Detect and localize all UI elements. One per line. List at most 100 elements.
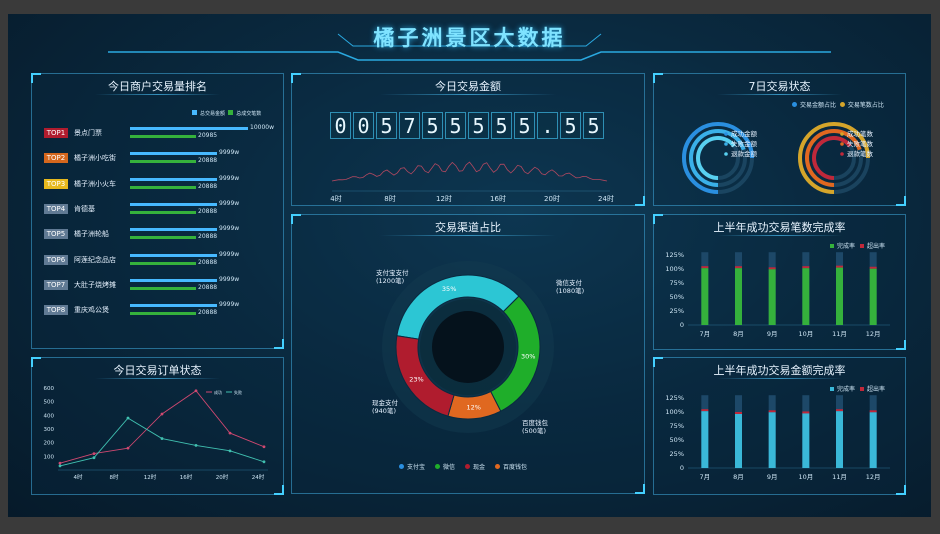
- donut-slice-percent: 35%: [442, 285, 456, 293]
- channel-panel: 交易渠道占比 35% 支付宝支付 (1200笔) 30% 微信支付 (1080笔) 12% 百…: [291, 214, 645, 494]
- amount-x-tick: 4时: [330, 194, 341, 203]
- count-bar: [130, 312, 196, 316]
- merchant-name: 大肚子烧烤摊: [74, 280, 116, 289]
- order-x-tick: 20时: [216, 473, 229, 481]
- amount-bar: [130, 177, 217, 181]
- rate-y-tick: 25%: [670, 307, 684, 315]
- amount-rate-panel: 上半年成功交易金额完成率 0 25% 50% 75% 100% 125% 7月 8月 9月 10月…: [653, 357, 906, 495]
- channel-donut-chart: 35% 支付宝支付(1200笔) 30% 微信支付(1080笔) 12% 百度钱包(500…: [372, 261, 584, 435]
- order-point: [58, 464, 62, 468]
- rate-y-tick: 0: [680, 321, 684, 329]
- count-value: 20888: [198, 157, 218, 165]
- ring-label-dot: [724, 142, 728, 146]
- ring-label-dot: [840, 142, 844, 146]
- donut-center: [432, 311, 504, 383]
- merchant-name: 肯德基: [74, 204, 95, 213]
- amount-bar: [130, 228, 217, 232]
- ring-arc: [812, 136, 852, 180]
- count-bar: [130, 210, 196, 214]
- amount-rate-bar-chart: 0 25% 50% 75% 100% 125% 7月 8月 9月 10月 11月 12月 完成率 超出率: [665, 385, 890, 481]
- rate-x-tick: 9月: [767, 473, 778, 481]
- order-y-tick: 600: [44, 386, 55, 392]
- rate-bar-exceed-cap: [768, 410, 776, 413]
- rate-x-tick: 10月: [798, 330, 813, 338]
- rank-badge: TOP5: [44, 229, 68, 240]
- order-point: [160, 437, 164, 440]
- count-rate-title: 上半年成功交易笔数完成率: [713, 221, 846, 234]
- amount-bar: [130, 304, 217, 308]
- amount-x-tick: 8时: [384, 194, 395, 203]
- rate-x-tick: 8月: [733, 330, 744, 338]
- count-bar: [130, 286, 196, 290]
- rate-x-tick: 11月: [832, 330, 847, 338]
- ring-label: 成功笔数: [847, 129, 874, 138]
- page-title: 橘子洲景区大数据: [373, 26, 566, 50]
- count-value: 20985: [198, 132, 218, 139]
- order-x-tick: 4时: [74, 473, 83, 481]
- order-point: [262, 445, 266, 449]
- order-status-panel: 今日交易订单状态 100 200 300 400 500 600 4时 8时 12时 16时 20时…: [31, 357, 284, 495]
- legend-done-mark: [830, 387, 834, 391]
- donut-slice-label: 支付宝支付: [376, 268, 409, 277]
- rate-bar-exceed-cap: [802, 411, 810, 414]
- amount-bar: [130, 127, 248, 130]
- donut-slice-label: 现金支付: [372, 398, 399, 407]
- order-x-tick: 16时: [180, 473, 193, 481]
- order-y-tick: 500: [44, 400, 55, 406]
- amount-digit: 5: [560, 112, 581, 139]
- count-bar: [130, 160, 196, 164]
- rate-bar-done: [836, 411, 843, 468]
- legend-done: 完成率: [837, 385, 855, 393]
- legend-amount: 总交易金额: [200, 111, 226, 117]
- count-rate-panel: 上半年成功交易笔数完成率 0 25% 50% 75% 100% 125% 7月 8月 9月 10月…: [653, 214, 906, 350]
- amount-trend-chart: 4时 8时 12时 16时 20时 24时: [330, 161, 614, 203]
- count-bar: [130, 236, 196, 240]
- rank-panel: 今日商户交易量排名 总交易金额 总成交笔数 TOP1 景点门票 10000w 2098…: [31, 73, 284, 349]
- order-y-tick: 400: [44, 413, 55, 419]
- amount-value: 9999w: [219, 250, 240, 258]
- amount-digit: 5: [376, 112, 397, 139]
- merchant-name: 橘子洲小火车: [74, 179, 116, 188]
- rate-bar-done: [802, 268, 810, 325]
- order-x-tick: 24时: [252, 473, 265, 481]
- rate-bar-exceed-cap: [768, 267, 776, 270]
- amount-value: 9999w: [219, 174, 240, 182]
- rank-badge: TOP1: [44, 128, 68, 138]
- legend-amount-share: 交易金额占比: [800, 102, 837, 109]
- legend-exceed-mark: [860, 387, 864, 391]
- amount-value: 9999w: [219, 149, 240, 157]
- order-line-chart: 100 200 300 400 500 600 4时 8时 12时 16时 20时 24时 成功 失败: [44, 386, 268, 481]
- ring-label-dot: [724, 132, 728, 136]
- amount-value: 9999w: [219, 225, 240, 233]
- merchant-name: 橘子洲小吃街: [74, 154, 116, 163]
- rate-bar-done: [701, 411, 709, 468]
- ring-label: 退款笔数: [847, 149, 874, 158]
- amount-x-tick: 20时: [544, 194, 560, 203]
- rate-bar-done: [735, 268, 742, 325]
- status7-panel-title: 7日交易状态: [748, 80, 811, 93]
- order-x-tick: 12时: [144, 473, 157, 481]
- order-point: [194, 444, 198, 447]
- amount-digit: 5: [583, 112, 604, 139]
- donut-slice-count: (1080笔): [556, 286, 584, 295]
- rate-x-tick: 12月: [866, 473, 881, 481]
- amount-bar: [130, 278, 217, 282]
- channel-legend-item: 百度钱包: [495, 464, 527, 471]
- amount-digit: 5: [468, 112, 489, 139]
- rate-x-tick: 9月: [767, 330, 778, 338]
- channel-panel-title: 交易渠道占比: [435, 221, 501, 234]
- channel-legend: 支付宝 微信 现金 百度钱包: [292, 462, 644, 471]
- rank-badge: TOP7: [44, 279, 68, 290]
- count-bar: [130, 261, 196, 265]
- dashboard-screen: 橘子洲景区大数据 今日商户交易量排名 总交易金额 总成交笔数 TOP1 景点门票 1…: [8, 14, 931, 517]
- amount-x-tick: 12时: [436, 194, 452, 203]
- rank-row: TOP4 肯德基 9999w 20888: [44, 200, 284, 220]
- amount-bar: [130, 202, 217, 206]
- legend-exceed-mark: [860, 244, 864, 248]
- rank-panel-title: 今日商户交易量排名: [108, 80, 207, 93]
- rate-x-tick: 7月: [700, 330, 711, 338]
- rank-row: TOP2 橘子洲小吃街 9999w 20888: [44, 149, 284, 169]
- order-point: [92, 456, 96, 460]
- status7-legend: 交易金额占比 交易笔数占比: [792, 100, 884, 109]
- donut-slice-percent: 30%: [521, 353, 535, 361]
